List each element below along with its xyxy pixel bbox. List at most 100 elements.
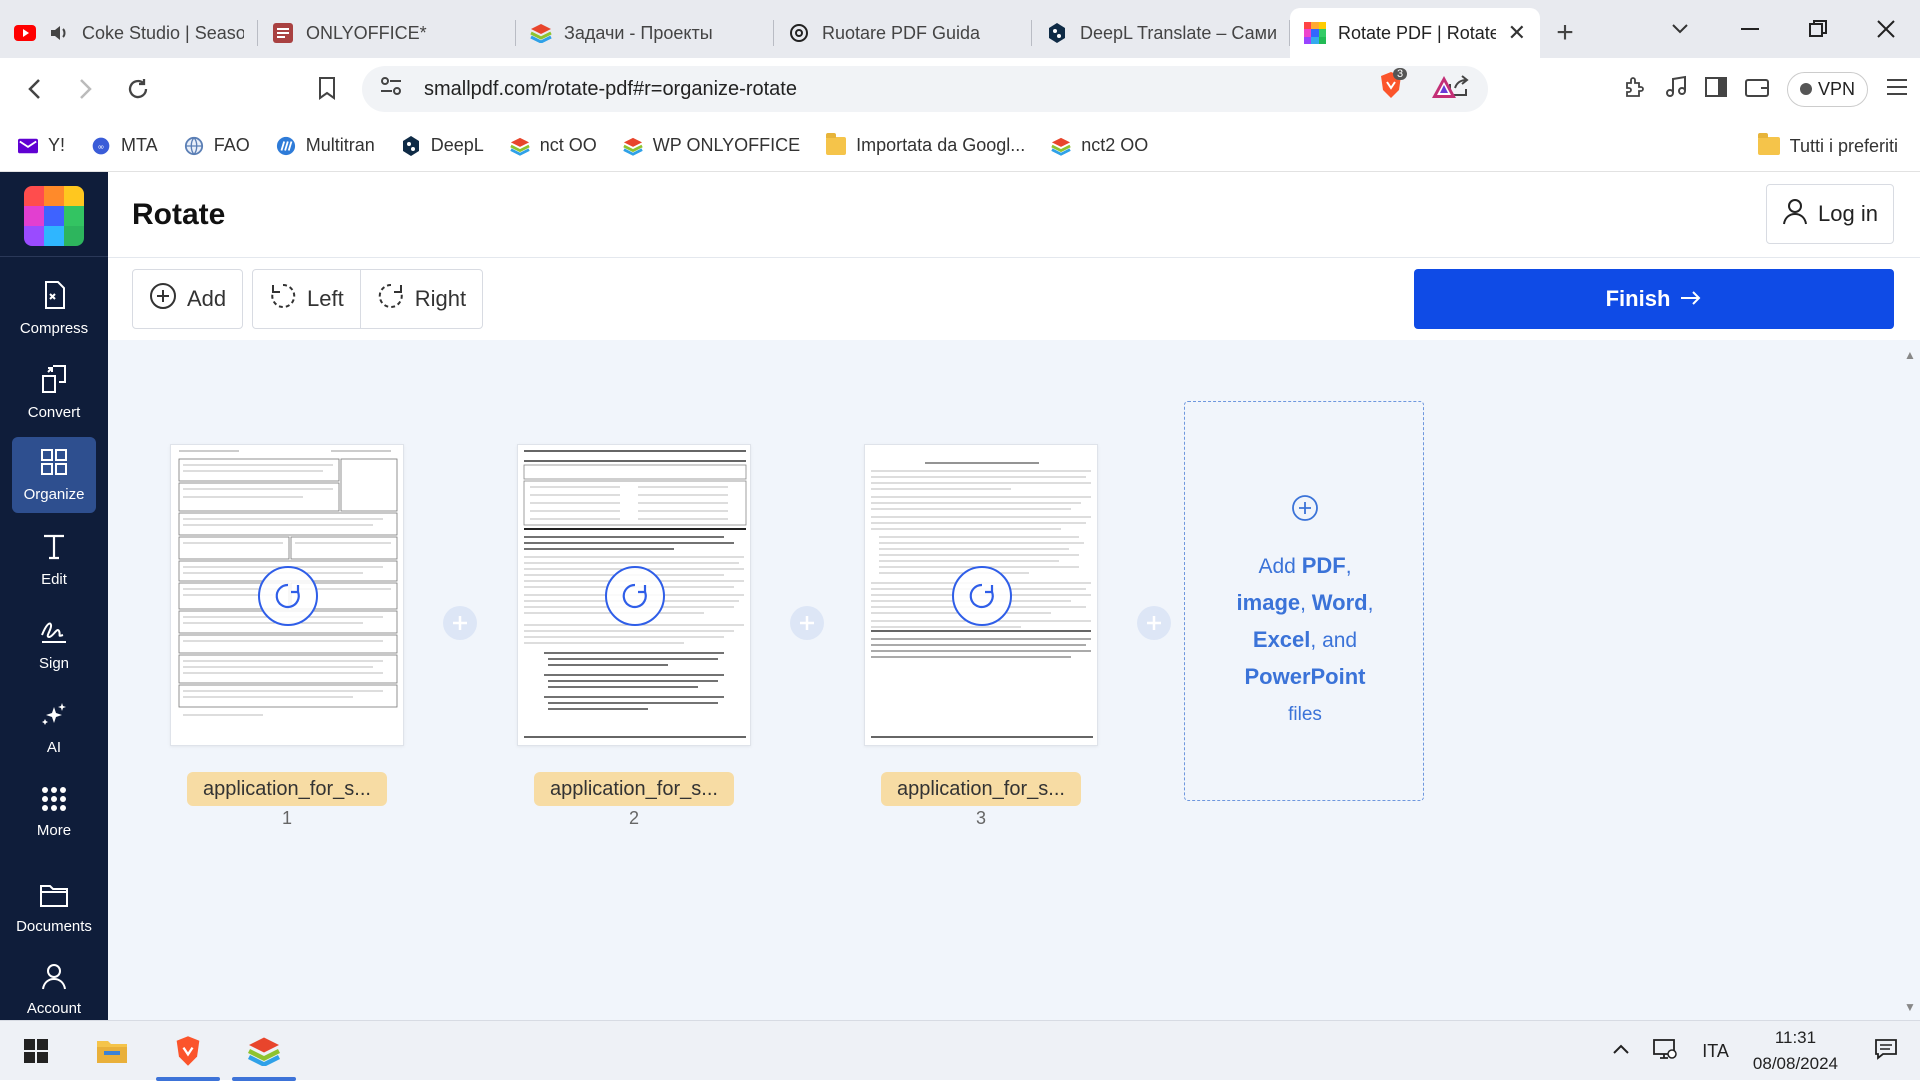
chevron-up-icon[interactable] bbox=[1612, 1042, 1630, 1060]
app-sidebar: Compress Convert Organize Edit Sign AI M… bbox=[0, 172, 108, 1020]
page-thumbnail[interactable] bbox=[517, 444, 751, 746]
sidebar-item-documents[interactable]: Documents bbox=[12, 872, 96, 944]
scroll-down-icon[interactable]: ▼ bbox=[1904, 1000, 1916, 1014]
insert-page-button[interactable] bbox=[1137, 606, 1171, 640]
scroll-up-icon[interactable]: ▲ bbox=[1904, 348, 1916, 362]
menu-icon[interactable] bbox=[1886, 78, 1908, 101]
all-bookmarks-folder[interactable]: Tutti i preferiti bbox=[1757, 120, 1898, 172]
bookmark-label: WP ONLYOFFICE bbox=[652, 135, 801, 155]
sidebar-item-label: Compress bbox=[19, 319, 89, 337]
youtube-icon bbox=[14, 22, 36, 44]
language-indicator[interactable]: ITA bbox=[1702, 1041, 1729, 1062]
openai-icon bbox=[788, 22, 810, 44]
scrollbar[interactable]: ▲ ▼ bbox=[1898, 340, 1920, 1020]
clock[interactable]: 11:31 08/08/2024 bbox=[1753, 1025, 1838, 1077]
sidebar-toggle-icon[interactable] bbox=[1704, 76, 1727, 102]
excel-word: Excel bbox=[1252, 627, 1311, 652]
bookmark-icon[interactable] bbox=[318, 76, 336, 105]
smallpdf-logo-icon[interactable] bbox=[24, 186, 84, 246]
browser-tab[interactable]: Задачи - Проекты bbox=[516, 8, 774, 58]
sidebar-item-account[interactable]: Account bbox=[12, 962, 96, 1020]
close-window-icon[interactable] bbox=[1852, 0, 1920, 58]
tab-title: Coke Studio | Season bbox=[82, 22, 244, 43]
vpn-status-icon bbox=[1799, 83, 1812, 95]
sidebar-item-sign[interactable]: Sign bbox=[12, 608, 96, 680]
page-number: 1 bbox=[281, 808, 292, 828]
restore-icon[interactable] bbox=[1784, 0, 1852, 58]
page-thumbnail[interactable] bbox=[864, 444, 1098, 746]
rotate-group: Left Right bbox=[252, 269, 484, 329]
sidebar-item-convert[interactable]: Convert bbox=[12, 356, 96, 428]
yahoo-mail-icon bbox=[18, 136, 38, 156]
extensions-icon[interactable] bbox=[1623, 75, 1647, 104]
bookmark-item[interactable]: ∞ MTA bbox=[91, 135, 158, 156]
add-button[interactable]: Add bbox=[133, 270, 242, 328]
layers-icon bbox=[1051, 136, 1071, 156]
browser-tab[interactable]: Ruotare PDF Guida bbox=[774, 8, 1032, 58]
new-tab-button[interactable]: + bbox=[1540, 8, 1590, 58]
browser-tab[interactable]: ONLYOFFICE* bbox=[258, 8, 516, 58]
bookmark-item[interactable]: nct OO bbox=[510, 135, 597, 156]
bookmark-item[interactable]: nct2 OO bbox=[1051, 135, 1148, 156]
powerpoint-word: PowerPoint bbox=[1244, 664, 1366, 689]
sidebar-item-more[interactable]: More bbox=[12, 776, 96, 848]
brave-shields-icon[interactable]: 3 bbox=[1378, 68, 1408, 105]
page-thumbnail[interactable] bbox=[170, 444, 404, 746]
sidebar-item-ai[interactable]: AI bbox=[12, 692, 96, 764]
sidebar-item-compress[interactable]: Compress bbox=[12, 272, 96, 344]
page-title: Rotate bbox=[132, 198, 226, 231]
close-tab-icon[interactable]: ✕ bbox=[1508, 20, 1526, 46]
browser-tab[interactable]: Coke Studio | Season bbox=[0, 8, 258, 58]
bookmark-item[interactable]: Multitran bbox=[276, 135, 375, 156]
vpn-button[interactable]: VPN bbox=[1786, 71, 1868, 107]
login-button[interactable]: Log in bbox=[1766, 184, 1894, 244]
bookmark-item[interactable]: WP ONLYOFFICE bbox=[623, 135, 800, 156]
rotate-page-button[interactable] bbox=[605, 566, 665, 626]
rotate-right-label: Right bbox=[414, 286, 467, 311]
user-icon bbox=[41, 962, 67, 994]
sidebar-item-organize[interactable]: Organize bbox=[12, 437, 96, 513]
address-bar[interactable]: smallpdf.com/rotate-pdf#r=organize-rotat… bbox=[362, 66, 1488, 112]
tab-search-chevron-icon[interactable] bbox=[1650, 0, 1710, 58]
network-icon[interactable] bbox=[1652, 1037, 1678, 1066]
bookmark-item[interactable]: FAO bbox=[184, 135, 250, 156]
browser-tab-active[interactable]: Rotate PDF | Rotate ✕ bbox=[1290, 8, 1540, 58]
reload-icon[interactable] bbox=[116, 67, 160, 111]
deepl-icon bbox=[401, 135, 421, 156]
bookmark-label: nct2 OO bbox=[1081, 135, 1149, 155]
speaker-icon[interactable] bbox=[48, 22, 70, 44]
rotate-left-button[interactable]: Left bbox=[253, 270, 360, 328]
bookmark-item[interactable]: DeepL bbox=[401, 135, 484, 156]
bookmark-item[interactable]: Y! bbox=[18, 135, 65, 156]
browser-toolbar: smallpdf.com/rotate-pdf#r=organize-rotat… bbox=[0, 58, 1920, 120]
brave-rewards-icon[interactable] bbox=[1430, 74, 1458, 105]
rotate-page-button[interactable] bbox=[952, 566, 1012, 626]
sidebar-item-edit[interactable]: Edit bbox=[12, 524, 96, 596]
rotate-page-button[interactable] bbox=[258, 566, 318, 626]
action-bar: Add Left Right Finish bbox=[108, 258, 1920, 340]
url-text[interactable]: smallpdf.com/rotate-pdf#r=organize-rotat… bbox=[424, 78, 797, 101]
rotate-right-button[interactable]: Right bbox=[359, 270, 482, 328]
media-icon[interactable] bbox=[1665, 75, 1687, 104]
wallet-icon[interactable] bbox=[1744, 77, 1769, 102]
insert-page-button[interactable] bbox=[443, 606, 477, 640]
insert-page-button[interactable] bbox=[790, 606, 824, 640]
brave-browser-icon[interactable] bbox=[152, 1021, 224, 1081]
rotate-right-icon bbox=[377, 282, 405, 316]
site-settings-icon[interactable] bbox=[380, 76, 402, 102]
back-icon[interactable] bbox=[12, 67, 56, 111]
sidebar-item-label: More bbox=[36, 821, 72, 839]
finish-button[interactable]: Finish bbox=[1414, 269, 1894, 329]
bookmark-label: Multitran bbox=[305, 135, 375, 155]
windows-start-icon[interactable] bbox=[0, 1021, 72, 1081]
login-label: Log in bbox=[1818, 201, 1878, 226]
plus-icon bbox=[800, 616, 814, 630]
minimize-icon[interactable] bbox=[1716, 0, 1784, 58]
add-files-dropzone[interactable]: Add PDF, image, Word, Excel, and PowerPo… bbox=[1184, 401, 1424, 801]
forward-icon[interactable] bbox=[64, 67, 108, 111]
onlyoffice-app-icon[interactable] bbox=[228, 1021, 300, 1081]
file-explorer-icon[interactable] bbox=[76, 1021, 148, 1081]
notifications-icon[interactable] bbox=[1874, 1038, 1898, 1065]
bookmark-folder[interactable]: Importata da Googl... bbox=[826, 132, 1025, 156]
browser-tab[interactable]: DeepL Translate – Сами bbox=[1032, 8, 1290, 58]
